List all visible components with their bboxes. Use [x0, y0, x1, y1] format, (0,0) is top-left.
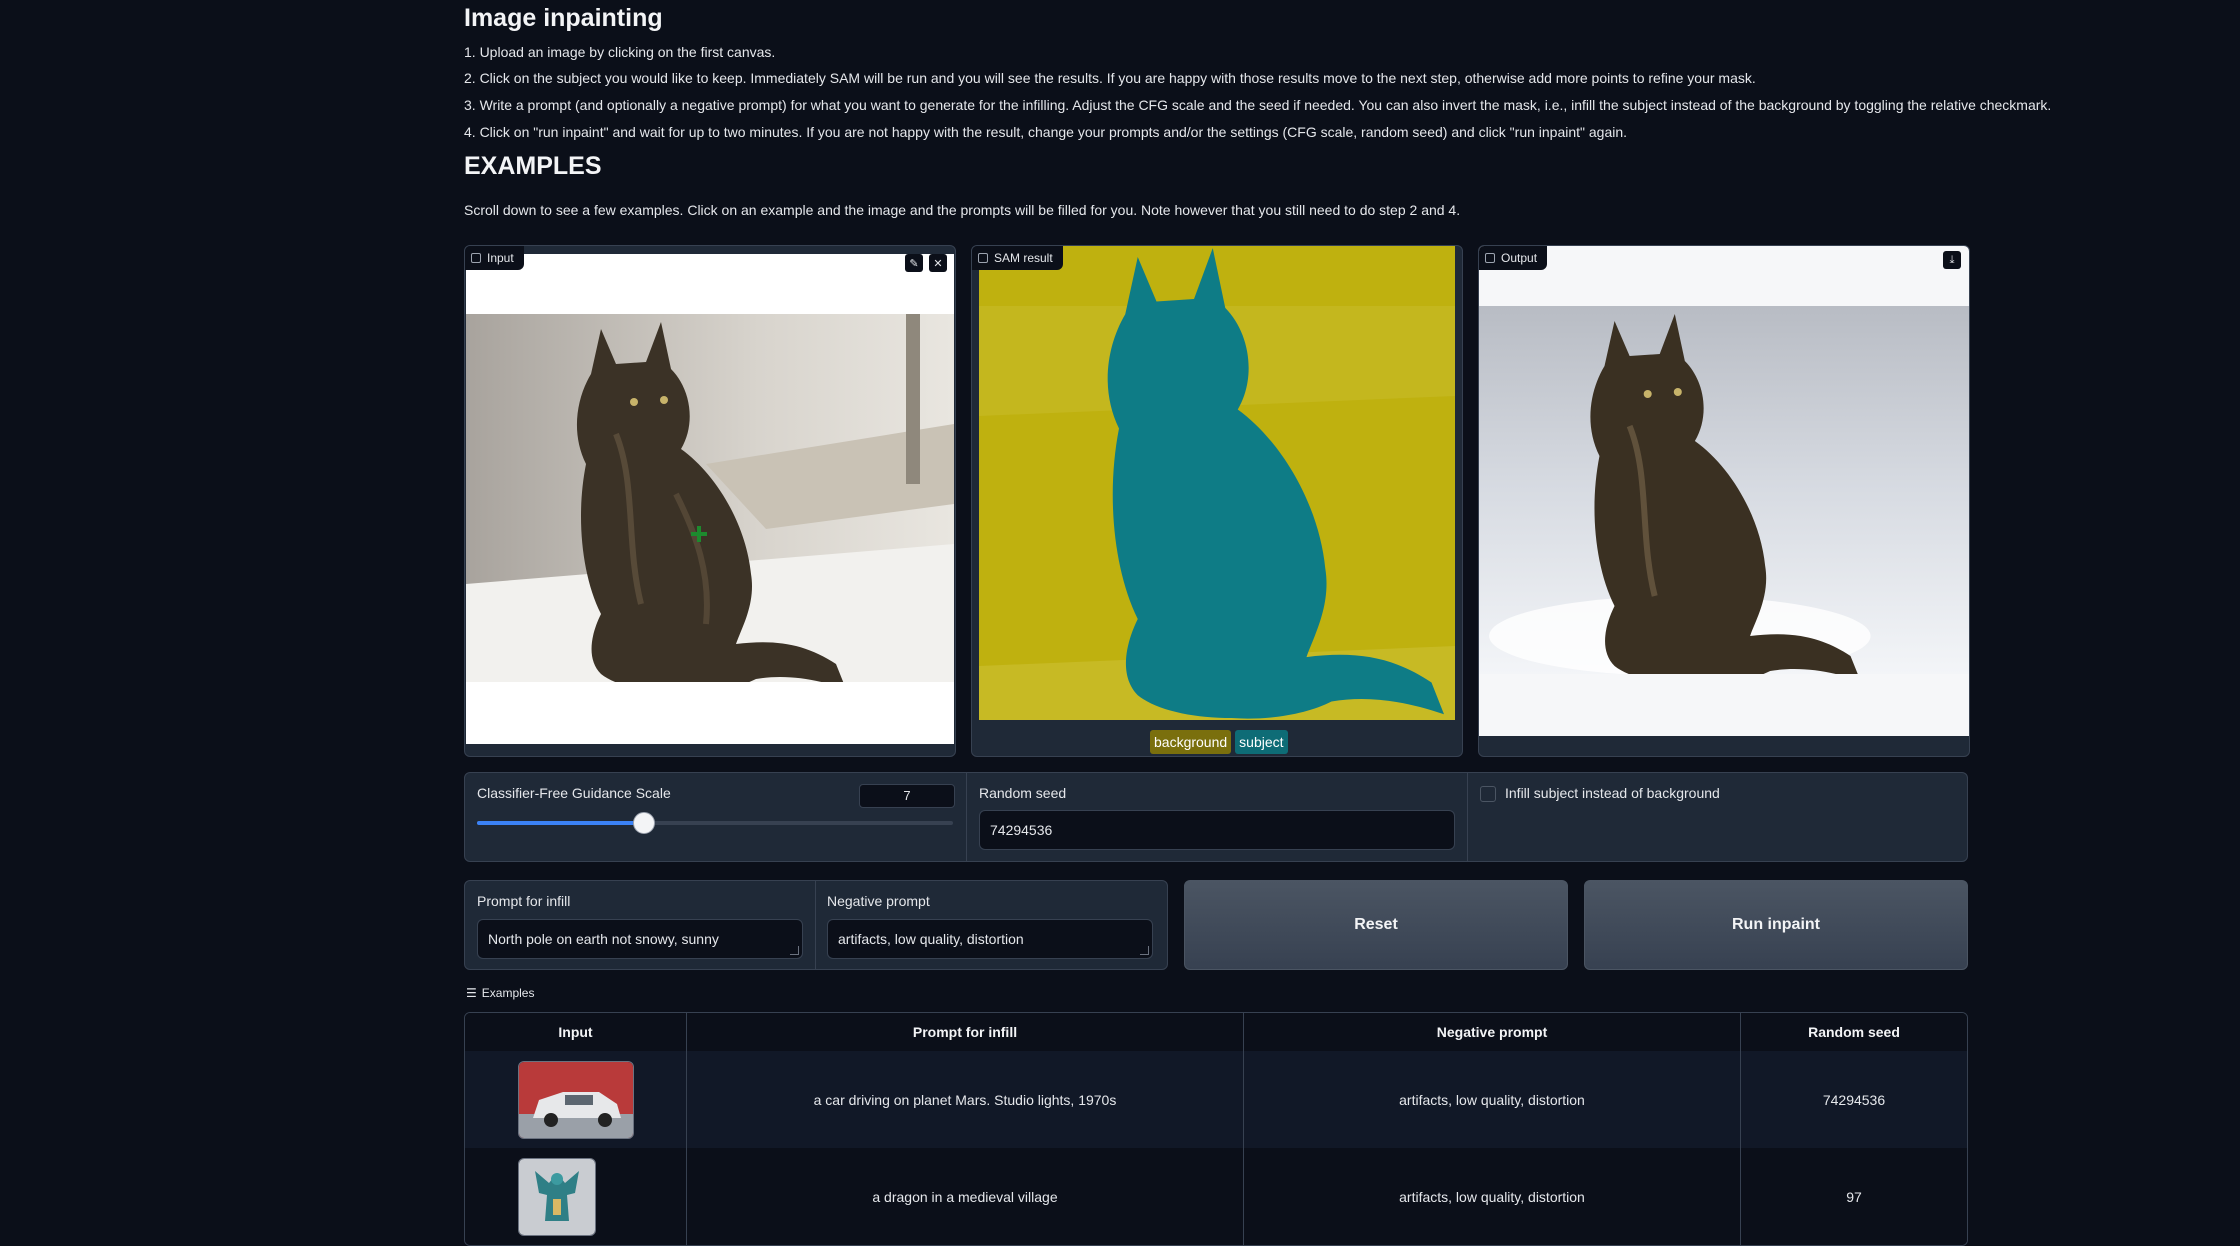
random-seed-label: Random seed: [979, 785, 1067, 801]
header-seed: Random seed: [1808, 1024, 1900, 1040]
cfg-scale-number-input[interactable]: 7: [859, 784, 955, 808]
examples-label: Examples: [481, 986, 535, 1000]
example-negative[interactable]: artifacts, low quality, distortion: [1244, 1148, 1741, 1245]
header-negative: Negative prompt: [1244, 1013, 1741, 1051]
car-thumbnail[interactable]: [517, 1060, 634, 1139]
header-prompt: Prompt for infill: [687, 1013, 1244, 1051]
input-panel-label: Input: [465, 246, 524, 270]
run-inpaint-button[interactable]: Run inpaint: [1584, 880, 1968, 970]
divider: [966, 773, 967, 861]
step-1-text: 1. Upload an image by clicking on the fi…: [464, 44, 776, 60]
edit-icon[interactable]: ✎: [905, 254, 923, 272]
step-3-text: 3. Write a prompt (and optionally a nega…: [464, 97, 2052, 113]
reset-button[interactable]: Reset: [1184, 880, 1568, 970]
sam-label-text: SAM result: [994, 251, 1053, 265]
output-canvas: [1479, 246, 1969, 736]
cfg-scale-label: Classifier-Free Guidance Scale: [477, 785, 671, 801]
prompt-label: Prompt for infill: [477, 893, 571, 909]
cfg-slider-fill: [477, 821, 644, 825]
cfg-scale-slider[interactable]: [477, 812, 953, 834]
resize-handle[interactable]: [790, 946, 799, 955]
image-icon: [1485, 253, 1495, 263]
table-header: Input Prompt for infill Negative prompt …: [465, 1013, 1967, 1051]
output-label-text: Output: [1501, 251, 1538, 265]
negative-prompt-label: Negative prompt: [827, 893, 930, 909]
random-seed-input[interactable]: 74294536: [979, 810, 1455, 850]
infill-subject-label: Infill subject instead of background: [1505, 785, 1720, 801]
cfg-slider-thumb[interactable]: [632, 812, 655, 834]
negative-prompt-input[interactable]: artifacts, low quality, distortion: [827, 919, 1153, 959]
step-2-text: 2. Click on the subject you would like t…: [464, 70, 1756, 86]
input-image-panel[interactable]: Input ✎ ✕: [464, 245, 956, 757]
settings-row: Classifier-Free Guidance Scale 7 Random …: [464, 772, 1968, 862]
example-negative[interactable]: artifacts, low quality, distortion: [1244, 1051, 1741, 1148]
divider: [1467, 773, 1468, 861]
example-prompt[interactable]: a car driving on planet Mars. Studio lig…: [687, 1051, 1244, 1148]
input-cat-photo[interactable]: [466, 314, 954, 682]
example-thumbnail-cell[interactable]: [465, 1148, 687, 1245]
examples-header: ☰ Examples: [466, 986, 534, 1000]
output-cat-photo: [1479, 306, 1969, 674]
examples-heading: EXAMPLES: [464, 152, 602, 180]
negative-prompt-value: artifacts, low quality, distortion: [838, 931, 1024, 947]
infill-subject-checkbox[interactable]: [1480, 786, 1496, 802]
prompt-input-value: North pole on earth not snowy, sunny: [488, 931, 719, 947]
mask-legend: background subject: [1150, 730, 1288, 754]
prompt-group: Prompt for infill North pole on earth no…: [464, 880, 1168, 970]
example-prompt[interactable]: a dragon in a medieval village: [687, 1148, 1244, 1245]
input-canvas[interactable]: [466, 254, 954, 744]
output-image-panel: Output ⤓: [1478, 245, 1970, 757]
step-4-text: 4. Click on "run inpaint" and wait for u…: [464, 124, 1628, 140]
resize-handle[interactable]: [1140, 946, 1149, 955]
input-label-text: Input: [487, 251, 514, 265]
legend-subject: subject: [1235, 730, 1288, 754]
table-row[interactable]: a dragon in a medieval village artifacts…: [465, 1148, 1967, 1245]
close-icon[interactable]: ✕: [929, 254, 947, 272]
sam-panel-label: SAM result: [972, 246, 1063, 270]
table-row[interactable]: a car driving on planet Mars. Studio lig…: [465, 1051, 1967, 1148]
list-icon: ☰: [466, 986, 477, 1000]
download-icon[interactable]: ⤓: [1943, 251, 1961, 269]
prompt-input[interactable]: North pole on earth not snowy, sunny: [477, 919, 803, 959]
page-title: Image inpainting: [464, 4, 663, 32]
sam-mask-image: [979, 246, 1455, 720]
legend-background: background: [1150, 730, 1232, 754]
dragon-thumbnail[interactable]: [517, 1157, 596, 1236]
examples-note: Scroll down to see a few examples. Click…: [464, 202, 1461, 218]
header-input: Input: [465, 1013, 687, 1051]
image-icon: [978, 253, 988, 263]
image-icon: [471, 253, 481, 263]
sam-result-panel: SAM result background subject: [971, 245, 1463, 757]
example-seed[interactable]: 74294536: [1741, 1051, 1967, 1148]
example-thumbnail-cell[interactable]: [465, 1051, 687, 1148]
example-seed[interactable]: 97: [1741, 1148, 1967, 1245]
output-panel-label: Output: [1479, 246, 1548, 270]
divider: [815, 881, 816, 969]
examples-table: Input Prompt for infill Negative prompt …: [464, 1012, 1968, 1246]
